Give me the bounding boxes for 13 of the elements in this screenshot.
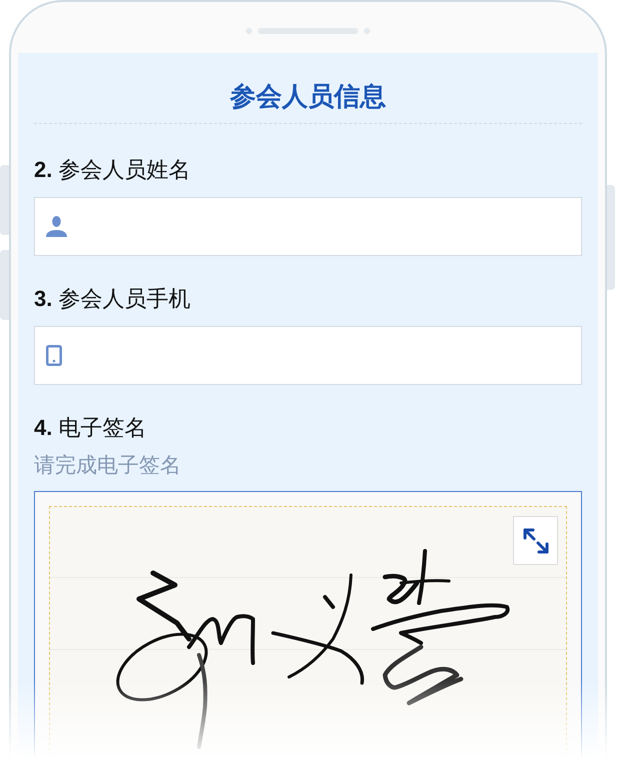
phone-side-key [0,250,10,320]
field-label: 4. 电子签名 [34,414,148,442]
field-label: 3. 参会人员手机 [34,285,192,313]
phone-side-key [0,165,10,235]
person-icon [46,216,67,237]
input-field[interactable] [34,197,582,256]
expand-icon [522,528,548,554]
expand-button[interactable] [513,516,558,565]
input-field[interactable] [34,326,582,385]
page-title: 参会人员信息 [230,80,386,113]
field-label: 2. 参会人员姓名 [34,156,192,184]
tablet-icon [46,345,62,366]
field-hint: 请完成电子签名 [34,453,182,479]
